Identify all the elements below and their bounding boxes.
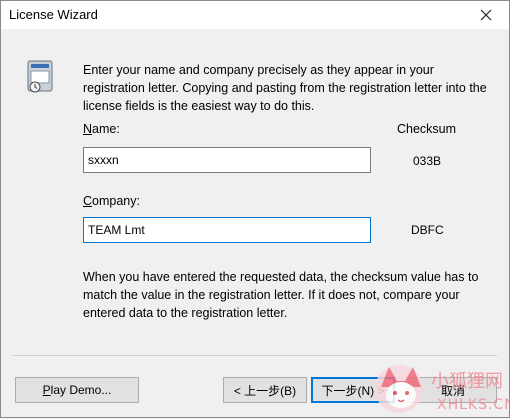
close-icon (480, 9, 492, 21)
license-wizard-icon (27, 60, 53, 93)
company-field[interactable] (83, 217, 371, 243)
window-title: License Wizard (9, 7, 98, 22)
company-checksum: DBFC (411, 223, 444, 237)
close-button[interactable] (463, 1, 509, 29)
play-demo-button[interactable]: Play Demo... (15, 377, 139, 403)
svg-text:小狐狸网: 小狐狸网 (431, 371, 503, 392)
checksum-note: When you have entered the requested data… (83, 270, 479, 320)
title-bar: License Wizard (1, 1, 509, 29)
instructions-text: Enter your name and company precisely as… (83, 63, 487, 113)
play-demo-label: Play Demo... (42, 383, 112, 397)
separator (13, 355, 497, 356)
checksum-header: Checksum (397, 122, 457, 136)
watermark-logo: 小狐狸网 XHLKS.CN (375, 365, 510, 413)
back-label: < 上一步(B) (233, 383, 297, 398)
back-button[interactable]: < 上一步(B) (223, 377, 307, 403)
svg-text:XHLKS.CN: XHLKS.CN (437, 397, 510, 413)
company-label: Company: (83, 194, 140, 208)
name-field[interactable] (83, 147, 371, 173)
name-checksum: 033B (413, 154, 442, 168)
license-wizard-window: License Wizard Enter your name and compa… (0, 0, 510, 418)
name-label: Name: (83, 122, 120, 136)
